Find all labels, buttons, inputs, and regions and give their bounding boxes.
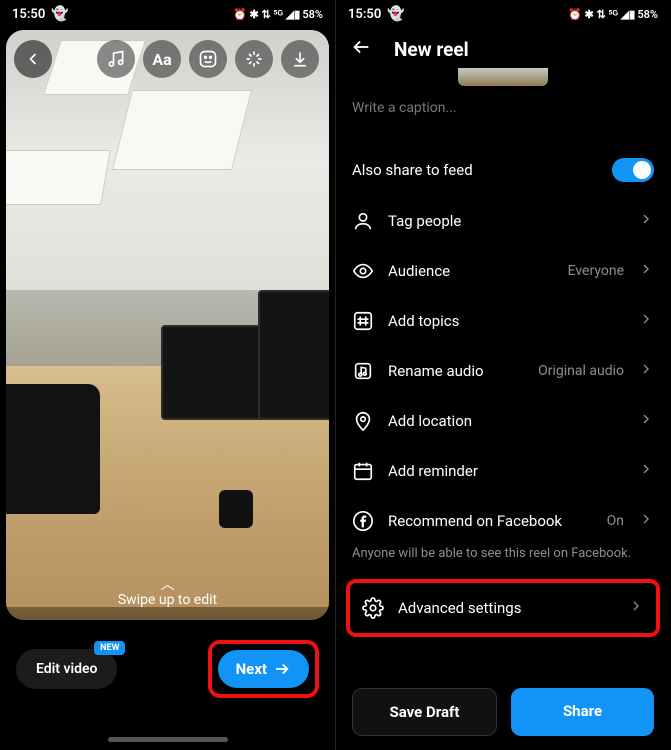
download-button[interactable] [281, 40, 319, 78]
chevron-right-icon [638, 461, 654, 477]
rename-audio-value: Original audio [538, 363, 624, 379]
music-icon [106, 49, 126, 69]
next-highlight: Next [208, 640, 319, 698]
location-icon [352, 410, 374, 432]
recommend-facebook-row[interactable]: Recommend on Facebook On [336, 496, 670, 546]
status-time: 15:50 [12, 7, 45, 22]
snapchat-icon: 👻 [51, 6, 68, 22]
add-reminder-row[interactable]: Add reminder [336, 446, 670, 496]
chevron-right-icon [638, 311, 654, 327]
action-bar: Save Draft Share [336, 688, 670, 736]
sparkle-icon [244, 49, 264, 69]
audience-value: Everyone [568, 263, 624, 279]
swipe-hint: ︿ Swipe up to edit [6, 574, 329, 608]
chevron-right-icon [638, 261, 654, 277]
add-location-row[interactable]: Add location [336, 396, 670, 446]
share-to-feed-row: Also share to feed [336, 144, 670, 196]
share-button[interactable]: Share [511, 688, 654, 736]
rename-audio-row[interactable]: Rename audio Original audio [336, 346, 670, 396]
effects-button[interactable] [235, 40, 273, 78]
editor-screen: 15:50 👻 ⏰ ✱ ⇅ ⁵ᴳ ◢▮ 58% [0, 0, 335, 750]
reel-thumbnail[interactable] [458, 68, 548, 86]
recommend-fb-value: On [607, 513, 624, 529]
edit-video-button[interactable]: Edit video NEW [16, 649, 117, 689]
status-battery: 58% [637, 8, 658, 21]
status-indicators: ⏰ ✱ ⇅ ⁵ᴳ ◢▮ [233, 8, 300, 21]
chevron-right-icon [638, 211, 654, 227]
status-indicators: ⏰ ✱ ⇅ ⁵ᴳ ◢▮ [568, 8, 635, 21]
back-button[interactable] [14, 40, 52, 78]
new-badge: NEW [94, 641, 125, 655]
tag-people-row[interactable]: Tag people [336, 196, 670, 246]
caption-input[interactable]: Write a caption... [336, 90, 670, 144]
advanced-settings-row[interactable]: Advanced settings [356, 583, 650, 633]
back-button[interactable] [350, 36, 372, 62]
sticker-icon [198, 49, 218, 69]
status-time: 15:50 [348, 7, 381, 22]
status-bar: 15:50 👻 ⏰ ✱ ⇅ ⁵ᴳ ◢▮ 58% [0, 0, 335, 26]
video-preview[interactable]: Aa ︿ Swipe up to edit [6, 30, 329, 620]
add-topics-row[interactable]: Add topics [336, 296, 670, 346]
audio-icon [352, 360, 374, 382]
status-bar: 15:50 👻 ⏰ ✱ ⇅ ⁵ᴳ ◢▮ 58% [336, 0, 670, 26]
download-icon [290, 49, 310, 69]
sticker-button[interactable] [189, 40, 227, 78]
recommend-fb-subtext: Anyone will be able to see this reel on … [336, 546, 670, 573]
save-draft-button[interactable]: Save Draft [352, 688, 497, 736]
editor-toolbar: Aa [6, 40, 319, 78]
new-reel-screen: 15:50 👻 ⏰ ✱ ⇅ ⁵ᴳ ◢▮ 58% New reel Write a… [335, 0, 670, 750]
person-icon [352, 210, 374, 232]
arrow-right-icon [273, 660, 291, 678]
chevron-right-icon [638, 361, 654, 377]
audience-row[interactable]: Audience Everyone [336, 246, 670, 296]
facebook-icon [352, 510, 374, 532]
share-to-feed-label: Also share to feed [352, 161, 612, 179]
chevron-up-icon: ︿ [6, 574, 329, 594]
advanced-highlight: Advanced settings [346, 579, 660, 637]
music-button[interactable] [97, 40, 135, 78]
editor-footer: Edit video NEW Next [0, 640, 335, 698]
header: New reel [336, 26, 670, 68]
calendar-icon [352, 460, 374, 482]
share-to-feed-toggle[interactable] [612, 158, 654, 182]
chevron-left-icon [23, 49, 43, 69]
status-battery: 58% [302, 8, 323, 21]
chevron-right-icon [628, 598, 644, 614]
next-button[interactable]: Next [218, 650, 309, 688]
chevron-right-icon [638, 411, 654, 427]
eye-icon [352, 260, 374, 282]
hashtag-icon [352, 310, 374, 332]
nav-handle[interactable] [108, 737, 228, 742]
text-icon: Aa [152, 50, 171, 69]
arrow-left-icon [350, 36, 372, 58]
chevron-right-icon [638, 511, 654, 527]
snapchat-icon: 👻 [387, 6, 404, 22]
text-button[interactable]: Aa [143, 40, 181, 78]
page-title: New reel [394, 38, 469, 61]
gear-icon [362, 597, 384, 619]
